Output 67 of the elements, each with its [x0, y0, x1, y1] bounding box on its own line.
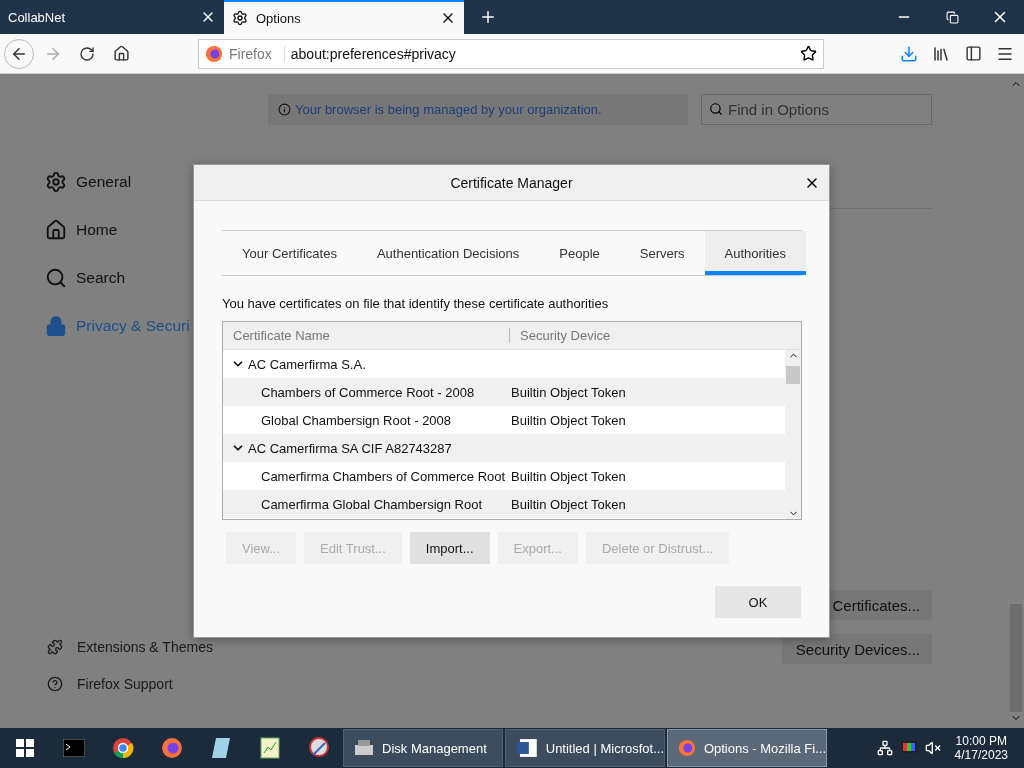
- sidebar-item[interactable]: General: [45, 158, 240, 206]
- dialog-button[interactable]: Import...: [409, 532, 490, 564]
- column-header[interactable]: Security Device: [510, 328, 787, 343]
- clock[interactable]: 10:00 PM 4/17/2023: [948, 734, 1014, 762]
- firefox-icon: [678, 737, 696, 759]
- lock-icon: [45, 315, 67, 337]
- url-text: about:preferences#privacy: [290, 45, 457, 62]
- security-device: Builtin Object Token: [511, 496, 626, 512]
- sidebar-link[interactable]: Firefox Support: [45, 669, 240, 698]
- dialog-title: Certificate Manager: [450, 174, 573, 191]
- certificate-name: Camerfirma Chambers of Commerce Root: [261, 468, 506, 484]
- search-icon: [45, 267, 67, 289]
- certificate-name: Camerfirma Global Chambersign Root: [261, 496, 483, 512]
- column-header[interactable]: Certificate Name: [223, 328, 510, 343]
- home-icon[interactable]: [112, 45, 130, 62]
- home-icon: [45, 219, 67, 241]
- help-icon: [47, 675, 63, 692]
- browser-tab[interactable]: CollabNet: [0, 0, 224, 34]
- search-field[interactable]: Find in Options: [701, 94, 932, 125]
- sidebar-link[interactable]: Extensions & Themes: [45, 632, 240, 661]
- tree-row[interactable]: Chambers of Commerce Root - 2008 Builtin Object Token: [223, 378, 785, 406]
- group-name: AC Camerfirma SA CIF A82743287: [248, 440, 452, 456]
- chart-document-icon[interactable]: [259, 737, 280, 759]
- taskbar-button[interactable]: Options - Mozilla Fi...: [667, 729, 827, 767]
- restore-icon[interactable]: [945, 10, 959, 24]
- group-name: AC Camerfirma S.A.: [248, 356, 366, 372]
- network-icon[interactable]: [876, 740, 893, 756]
- firefox-icon: [205, 44, 223, 63]
- identity-label: Firefox: [229, 45, 285, 62]
- description-text: You have certificates on file that identify these certificate authorities: [222, 296, 610, 311]
- managed-notice: Your browser is being managed by your organization.: [268, 94, 688, 125]
- security-device: Builtin Object Token: [511, 468, 626, 484]
- dialog-tab[interactable]: Authorities: [704, 231, 806, 275]
- address-bar[interactable]: Firefox about:preferences#privacy: [198, 38, 824, 69]
- puzzle-icon: [47, 638, 63, 655]
- display-icon[interactable]: [900, 741, 917, 755]
- chrome-icon[interactable]: [111, 737, 134, 759]
- gear-icon: [45, 171, 67, 193]
- ok-button[interactable]: OK: [715, 586, 801, 618]
- download-icon[interactable]: [900, 44, 918, 63]
- certificate-name: Global Chambersign Root - 2008: [261, 412, 452, 428]
- library-icon[interactable]: [932, 44, 950, 63]
- search-icon: [709, 102, 723, 116]
- terminal-icon[interactable]: [62, 739, 85, 757]
- info-icon: [278, 103, 291, 116]
- taskbar-button[interactable]: Untitled | Microsfot...: [505, 729, 665, 767]
- dialog-tab[interactable]: People: [539, 231, 620, 275]
- dialog-tab[interactable]: Authentication Decisions: [356, 231, 540, 275]
- gear-icon: [232, 10, 248, 26]
- tree-row[interactable]: AC Camerfirma SA CIF A82743287: [223, 434, 785, 462]
- firefox-icon[interactable]: [160, 737, 183, 759]
- dialog-tab[interactable]: Servers: [619, 231, 705, 275]
- bookmark-star-icon[interactable]: [800, 45, 817, 62]
- scrollbar-thumb[interactable]: [786, 366, 800, 384]
- browser-tab[interactable]: Options: [224, 0, 464, 34]
- tree-row[interactable]: Camerfirma Global Chambersign Root Builtin Object Token: [223, 490, 785, 518]
- certificate-name: Chambers of Commerce Root - 2008: [261, 384, 475, 400]
- windows-logo-icon[interactable]: [15, 739, 34, 757]
- muted-speaker-icon[interactable]: [924, 740, 941, 756]
- security-device: Builtin Object Token: [511, 412, 626, 428]
- sidebar-icon[interactable]: [964, 45, 982, 62]
- security-device: Builtin Object Token: [511, 384, 626, 400]
- taskbar-button[interactable]: Disk Management: [343, 729, 503, 767]
- settings-button[interactable]: Security Devices...: [782, 634, 932, 664]
- reload-icon[interactable]: [79, 45, 95, 62]
- new-tab-icon[interactable]: [479, 8, 497, 26]
- disk-drive-icon: [354, 739, 374, 757]
